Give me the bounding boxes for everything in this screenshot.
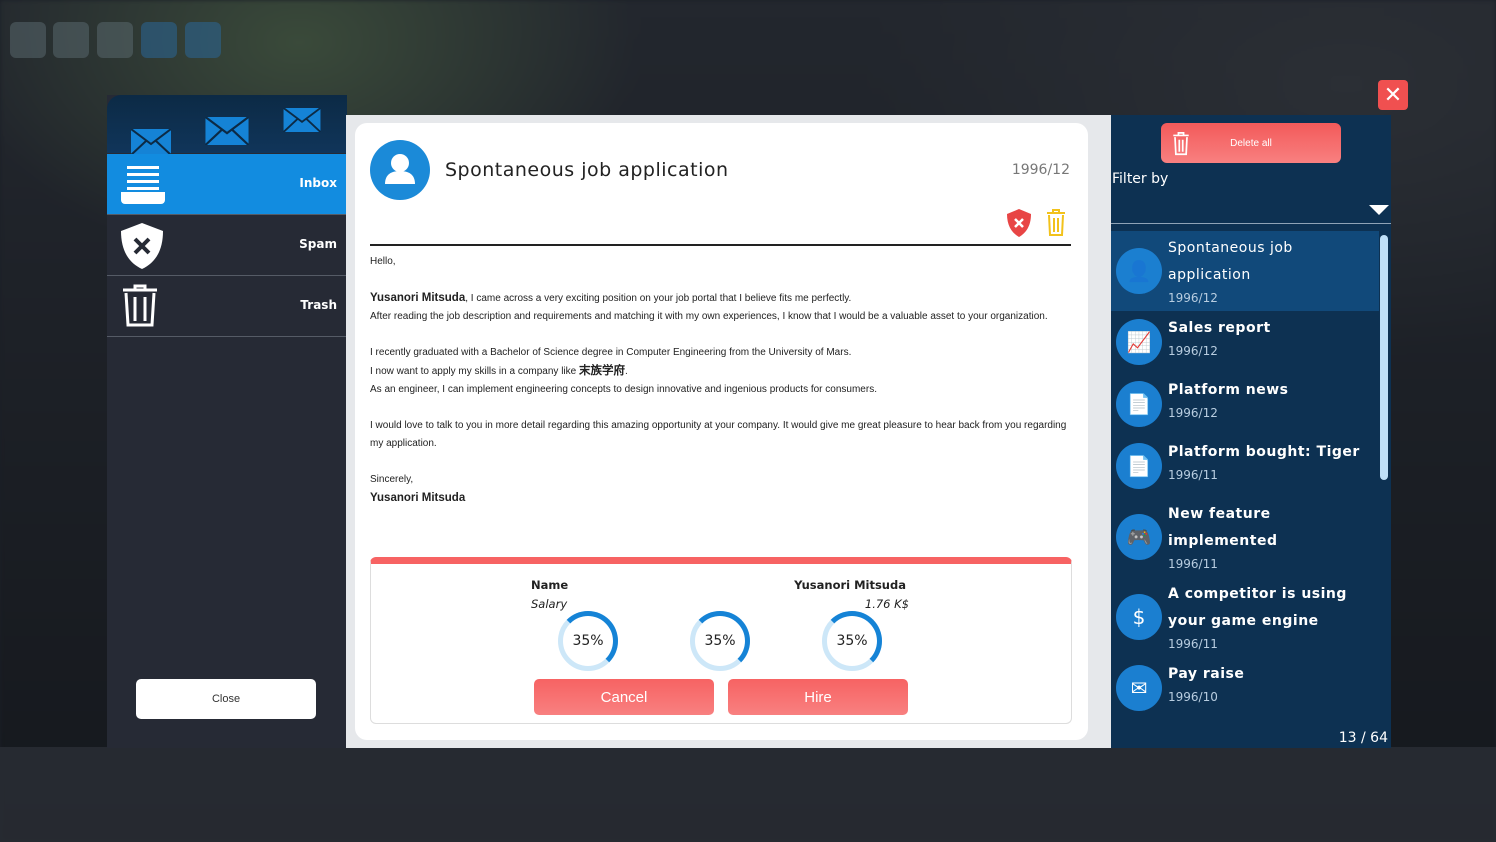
message-pane: Spontaneous job application 1996/12 Hell… <box>346 115 1111 748</box>
envelope-icon <box>205 117 249 145</box>
paragraph-1: Yusanori Mitsuda, I came across a very e… <box>370 289 1070 326</box>
name-label: Name <box>531 578 569 592</box>
message-item-date: 1996/12 <box>1168 291 1218 305</box>
greeting: Hello, <box>370 256 396 267</box>
sender-avatar <box>370 140 430 200</box>
filter-dropdown-icon[interactable] <box>1369 205 1389 215</box>
message-item-date: 1996/11 <box>1168 557 1218 571</box>
chart-up-icon: 📈 <box>1116 319 1162 365</box>
delete-all-label: Delete all <box>1230 137 1272 149</box>
message-item-date: 1996/12 <box>1168 406 1218 420</box>
message-item-date: 1996/12 <box>1168 344 1218 358</box>
spam-shield-icon <box>121 223 163 269</box>
paragraph-2: I recently graduated with a Bachelor of … <box>370 347 877 395</box>
sidebar-item-inbox[interactable]: Inbox <box>107 154 347 215</box>
message-count: 13 / 64 <box>1338 730 1388 746</box>
message-list-panel: Delete all Filter by 👤 Spontaneous job ap… <box>1111 115 1391 748</box>
message-list: 👤 Spontaneous job application 1996/12 📈 Sale… <box>1111 231 1379 719</box>
delete-message-icon[interactable] <box>1046 209 1066 237</box>
message-title: Spontaneous job application <box>445 159 729 181</box>
message-item-date: 1996/11 <box>1168 637 1218 651</box>
envelope-icon <box>283 108 321 132</box>
header-divider <box>370 244 1071 246</box>
message-item-title: Spontaneous job application <box>1168 240 1293 283</box>
trash-icon <box>1173 132 1189 156</box>
message-list-item[interactable]: 👤 Spontaneous job application 1996/12 <box>1111 231 1379 311</box>
hire-offer-panel: Name Yusanori Mitsuda Salary 1.76 K$ 35%… <box>370 557 1072 724</box>
message-item-title: Platform bought: Tiger <box>1168 444 1360 460</box>
money-envelope-icon: ✉ <box>1116 665 1162 711</box>
name-value: Yusanori Mitsuda <box>794 578 906 592</box>
inbox-icon <box>121 166 165 204</box>
message-list-item[interactable]: 🎮 New feature implemented 1996/11 <box>1111 497 1379 577</box>
message-list-item[interactable]: $ A competitor is using your game engine 1… <box>1111 577 1379 657</box>
filter-divider <box>1111 223 1391 224</box>
text: I now want to apply my skills in a compa… <box>370 366 579 377</box>
skill-gauge: 35% <box>690 611 750 671</box>
trash-icon <box>123 284 157 327</box>
game-bottom-bar <box>0 747 1496 842</box>
envelope-icon <box>131 129 171 155</box>
message-list-item[interactable]: 📈 Sales report 1996/12 <box>1111 311 1379 373</box>
skill-gauge: 35% <box>822 611 882 671</box>
game-tile <box>97 22 133 58</box>
message-item-title: New feature implemented <box>1168 506 1278 549</box>
filter-label: Filter by <box>1112 171 1169 187</box>
money-hand-icon: $ <box>1116 594 1162 640</box>
message-list-item[interactable]: ✉ Pay raise 1996/10 <box>1111 657 1379 719</box>
skill-gauge: 35% <box>558 611 618 671</box>
sidebar-header <box>107 95 347 155</box>
gauge-value: 35% <box>704 633 736 649</box>
signature: Yusanori Mitsuda <box>370 492 466 504</box>
close-button[interactable]: Close <box>136 679 316 719</box>
game-tile <box>53 22 89 58</box>
salary-value: 1.76 K$ <box>864 597 909 611</box>
message-list-item[interactable]: 📄 Platform bought: Tiger 1996/11 <box>1111 435 1379 497</box>
message-item-title: Platform news <box>1168 382 1289 398</box>
hire-button[interactable]: Hire <box>728 679 908 715</box>
mark-spam-icon[interactable] <box>1007 209 1031 237</box>
game-tile <box>185 22 221 58</box>
mail-window: Inbox Spam Trash Close Spontaneous job a… <box>107 95 1391 748</box>
document-icon: 📄 <box>1116 381 1162 427</box>
text: After reading the job description and re… <box>370 311 1048 322</box>
mail-sidebar: Inbox Spam Trash Close <box>107 95 347 748</box>
message-date: 1996/12 <box>1011 162 1070 178</box>
document-icon: 📄 <box>1116 443 1162 489</box>
sidebar-item-spam[interactable]: Spam <box>107 215 347 276</box>
message-body: Hello, Yusanori Mitsuda, I came across a… <box>370 253 1070 508</box>
text: , I came across a very exciting position… <box>465 293 852 304</box>
game-tile <box>10 22 46 58</box>
person-icon <box>385 154 415 184</box>
delete-all-button[interactable]: Delete all <box>1161 123 1341 163</box>
text: As an engineer, I can implement engineer… <box>370 384 877 395</box>
message-item-title: A competitor is using your game engine <box>1168 586 1347 629</box>
person-icon: 👤 <box>1116 248 1162 294</box>
closing: Sincerely, <box>370 474 414 485</box>
message-item-date: 1996/11 <box>1168 468 1218 482</box>
text: I recently graduated with a Bachelor of … <box>370 347 852 358</box>
company-name: 末族学府 <box>578 365 625 377</box>
message-item-date: 1996/10 <box>1168 690 1218 704</box>
cancel-button[interactable]: Cancel <box>534 679 714 715</box>
message-card: Spontaneous job application 1996/12 Hell… <box>355 123 1088 740</box>
message-item-title: Sales report <box>1168 320 1271 336</box>
gamepad-gear-icon: 🎮 <box>1116 514 1162 560</box>
sidebar-item-trash[interactable]: Trash <box>107 276 347 337</box>
scrollbar[interactable] <box>1380 235 1388 480</box>
game-tile <box>141 22 177 58</box>
paragraph-3: I would love to talk to you in more deta… <box>370 420 1067 449</box>
gauge-value: 35% <box>836 633 868 649</box>
message-item-title: Pay raise <box>1168 666 1245 682</box>
close-window-button[interactable]: ✕ <box>1378 80 1408 110</box>
gauge-value: 35% <box>572 633 604 649</box>
sender-name: Yusanori Mitsuda <box>370 292 466 304</box>
salary-label: Salary <box>531 597 568 611</box>
message-list-item[interactable]: 📄 Platform news 1996/12 <box>1111 373 1379 435</box>
